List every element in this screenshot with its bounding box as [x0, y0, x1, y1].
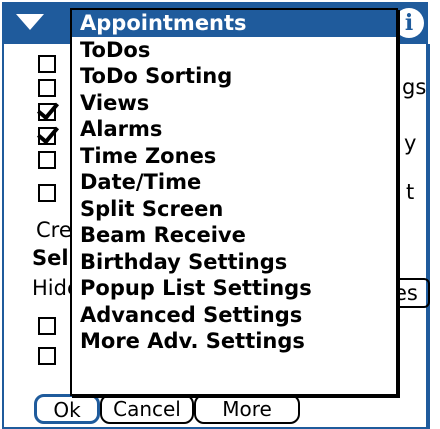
obscured-label: y	[404, 131, 417, 155]
popup-item-views[interactable]: Views	[72, 90, 396, 117]
select-label: Sel	[32, 246, 69, 270]
popup-item-appointments[interactable]: Appointments	[72, 10, 396, 37]
checkbox[interactable]	[38, 103, 56, 121]
popup-item-time-zones[interactable]: Time Zones	[72, 143, 396, 170]
create-label: Cre	[36, 218, 72, 242]
preferences-form: i gs y t Cre Sel Hide es Ok Cancel More …	[2, 2, 430, 429]
checkbox[interactable]	[38, 184, 56, 202]
info-icon[interactable]: i	[394, 8, 424, 38]
obscured-label: gs	[402, 75, 427, 99]
checkbox[interactable]	[38, 151, 56, 169]
checkbox[interactable]	[38, 347, 56, 365]
preferences-popup-list: Appointments ToDos ToDo Sorting Views Al…	[70, 8, 398, 396]
more-button[interactable]: More	[194, 394, 300, 424]
checkbox[interactable]	[38, 55, 56, 73]
popup-item-popup-list-settings[interactable]: Popup List Settings	[72, 275, 396, 302]
checkbox[interactable]	[38, 317, 56, 335]
popup-item-advanced-settings[interactable]: Advanced Settings	[72, 302, 396, 329]
checkbox[interactable]	[38, 79, 56, 97]
checkbox[interactable]	[38, 127, 56, 145]
popup-item-birthday-settings[interactable]: Birthday Settings	[72, 249, 396, 276]
popup-item-alarms[interactable]: Alarms	[72, 116, 396, 143]
popup-item-more-adv-settings[interactable]: More Adv. Settings	[72, 328, 396, 355]
obscured-label: t	[406, 180, 415, 204]
menu-arrow-icon[interactable]	[16, 14, 44, 30]
cancel-button[interactable]: Cancel	[100, 394, 194, 424]
popup-item-split-screen[interactable]: Split Screen	[72, 196, 396, 223]
popup-item-date-time[interactable]: Date/Time	[72, 169, 396, 196]
popup-item-beam-receive[interactable]: Beam Receive	[72, 222, 396, 249]
ok-button[interactable]: Ok	[34, 394, 100, 424]
popup-item-todo-sorting[interactable]: ToDo Sorting	[72, 63, 396, 90]
popup-item-todos[interactable]: ToDos	[72, 37, 396, 64]
